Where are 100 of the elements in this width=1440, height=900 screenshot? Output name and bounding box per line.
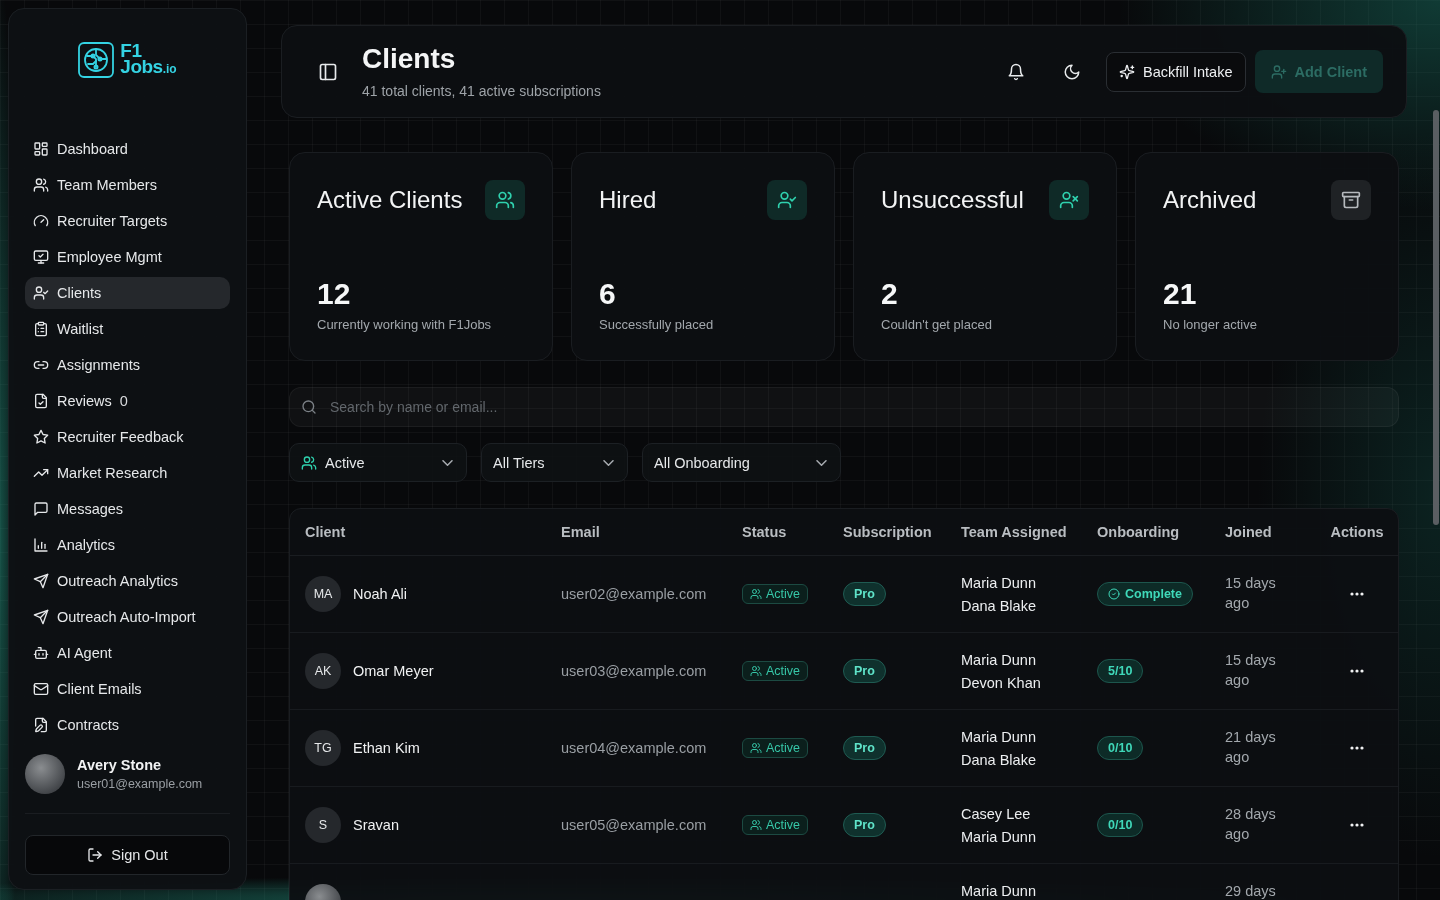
column-header: Status <box>742 524 787 540</box>
nav-item[interactable]: Messages <box>25 493 230 525</box>
client-email: user04@example.com <box>561 740 707 756</box>
avatar-initials: AK <box>305 653 341 689</box>
page-title: Clients <box>362 42 457 76</box>
search-icon <box>301 399 317 415</box>
joined-date: 28 days ago <box>1225 805 1277 844</box>
ellipsis-icon <box>1350 823 1364 827</box>
avatar-initials: TG <box>305 730 341 766</box>
joined-date: 21 days ago <box>1225 728 1277 767</box>
user-check-icon <box>767 180 807 220</box>
stat-caption: No longer active <box>1163 317 1258 333</box>
onboarding-filter-dropdown[interactable]: All Onboarding <box>642 443 841 482</box>
column-header: Onboarding <box>1097 524 1180 540</box>
team-member-name: Devon Khan <box>961 674 1041 692</box>
dashboard-grid-icon <box>33 141 49 157</box>
nav-item[interactable]: Outreach Auto-Import <box>25 601 230 633</box>
avatar-initials: S <box>305 807 341 843</box>
client-name[interactable]: Omar Meyer <box>353 663 434 679</box>
nav-item[interactable]: Employee Mgmt <box>25 241 230 273</box>
team-member-name: Casey Lee <box>961 805 1031 823</box>
onboarding-label: 5/10 <box>1108 664 1133 678</box>
users-icon <box>33 177 49 193</box>
users-icon <box>750 588 762 600</box>
ellipsis-icon <box>1350 669 1364 673</box>
nav-item[interactable]: Assignments <box>25 349 230 381</box>
nav-item[interactable]: Market Research <box>25 457 230 489</box>
clipboard-list-icon <box>33 321 49 337</box>
team-member-name: Dana Blake <box>961 751 1036 769</box>
client-name[interactable]: Ethan Kim <box>353 740 420 756</box>
nav-item[interactable]: Dashboard <box>25 133 230 165</box>
nav-item[interactable]: Team Members <box>25 169 230 201</box>
column-header: Actions <box>1330 524 1384 540</box>
users-icon <box>485 180 525 220</box>
nav-item[interactable]: Analytics <box>25 529 230 561</box>
onboarding-label: Complete <box>1125 587 1182 601</box>
user-x-icon <box>1049 180 1089 220</box>
status-label: Active <box>766 587 801 601</box>
nav-item[interactable]: Outreach Analytics <box>25 565 230 597</box>
page-subtitle: 41 total clients, 41 active subscriptions <box>362 82 601 101</box>
sparkles-icon <box>1119 63 1136 80</box>
team-member-name: Maria Dunn <box>961 882 1036 900</box>
file-check-icon <box>33 393 49 409</box>
status-filter-dropdown[interactable]: Active <box>289 443 467 482</box>
user-email: user01@example.com <box>77 776 203 793</box>
avatar-initials: MA <box>305 576 341 612</box>
nav-item[interactable]: AI Agent <box>25 637 230 669</box>
stat-value: 2 <box>881 277 899 311</box>
backfill-intake-button[interactable]: Backfill Intake <box>1106 51 1246 92</box>
stat-value: 12 <box>317 277 352 311</box>
user-plus-icon <box>1270 63 1287 80</box>
client-name[interactable]: Noah Ali <box>353 586 407 602</box>
user-name: Avery Stone <box>77 756 163 775</box>
column-header: Joined <box>1225 524 1272 540</box>
status-label: Active <box>766 664 801 678</box>
ellipsis-icon <box>1350 592 1364 596</box>
joined-date: 29 days <box>1225 882 1277 900</box>
column-header: Email <box>561 524 600 540</box>
users-icon <box>750 819 762 831</box>
client-email: user02@example.com <box>561 586 707 602</box>
joined-date: 15 days ago <box>1225 651 1277 690</box>
bar-chart-icon <box>33 537 49 553</box>
logo-wordmark: F1 Jobs.io <box>120 43 177 77</box>
sign-out-icon <box>87 847 104 863</box>
chat-bubble-icon <box>33 501 49 517</box>
stat-value: 6 <box>599 277 617 311</box>
users-icon <box>750 742 762 754</box>
nav-item[interactable]: Waitlist <box>25 313 230 345</box>
nav-item[interactable]: Reviews 0 <box>25 385 230 417</box>
ellipsis-icon <box>1350 746 1364 750</box>
moon-icon <box>1063 62 1082 81</box>
nav-item[interactable]: Recruiter Feedback <box>25 421 230 453</box>
plan-tag: Pro <box>843 659 886 683</box>
plan-tag: Pro <box>843 813 886 837</box>
sign-out-button[interactable]: Sign Out <box>25 835 230 875</box>
stat-caption: Couldn't get placed <box>881 317 993 333</box>
review-count: 0 <box>119 393 128 409</box>
team-member-name: Dana Blake <box>961 597 1036 615</box>
column-header: Team Assigned <box>961 524 1067 540</box>
stat-title: Unsuccessful <box>881 186 1024 214</box>
nav-item[interactable]: Recruiter Targets <box>25 205 230 237</box>
robot-icon <box>33 645 49 661</box>
scrollbar-thumb[interactable] <box>1433 110 1439 525</box>
team-member-name: Maria Dunn <box>961 828 1036 846</box>
users-icon <box>750 665 762 677</box>
nav-item[interactable]: Contracts <box>25 709 230 741</box>
users-icon <box>301 454 317 471</box>
bell-icon <box>1007 62 1026 81</box>
globe-circuit-logo-icon <box>78 42 115 78</box>
column-header: Client <box>305 524 346 540</box>
avatar-photo <box>25 754 65 794</box>
plan-tag: Pro <box>843 736 886 760</box>
stat-value: 21 <box>1163 277 1198 311</box>
client-name[interactable]: Sravan <box>353 817 399 833</box>
joined-date: 15 days ago <box>1225 574 1277 613</box>
tier-filter-dropdown[interactable]: All Tiers <box>481 443 628 482</box>
team-member-name: Maria Dunn <box>961 651 1036 669</box>
nav-item[interactable]: Clients <box>25 277 230 309</box>
nav-item[interactable]: Client Emails <box>25 673 230 705</box>
sidebar-panel-icon <box>318 61 338 82</box>
